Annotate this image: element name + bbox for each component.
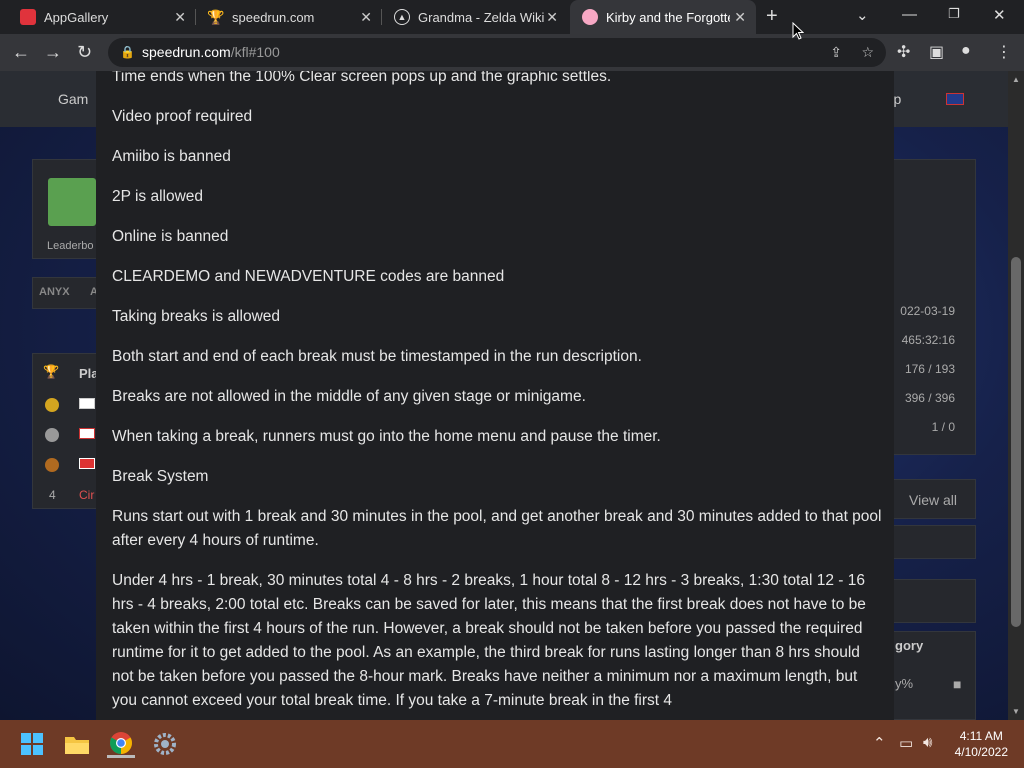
toolbar: ← → ↻ 🔒 speedrun.com/kfl#100 ⇪ ☆ ✣ ▣ ● ⋮ [0,34,1024,71]
rule-text: Video proof required [112,108,253,125]
video-camera-icon[interactable]: ■ [953,676,961,692]
england-flag-icon [79,428,95,439]
tab-search-icon[interactable]: ⌄ [856,6,869,24]
close-window-icon[interactable]: ✕ [993,6,1006,24]
canada-flag-icon [79,458,95,469]
stat-value: 176 / 193 [904,362,955,376]
rule-text: Amiibo is banned [112,148,231,165]
profile-icon[interactable]: ● [961,42,971,60]
trophy-icon: 🏆 [43,364,60,379]
category-panel: gory y% ■ [880,631,976,720]
tab-title: speedrun.com [232,9,315,25]
scrollbar-thumb[interactable] [1011,257,1021,627]
bronze-medal-icon [45,458,59,472]
leaderboard-table: 🏆 Pla 4 Cir [32,353,102,509]
section-heading: Break System [112,468,209,485]
minimize-icon[interactable]: — [902,6,917,23]
tab-title: Kirby and the Forgotten [606,9,730,25]
view-all-panel: View all [880,479,976,519]
close-icon[interactable]: ✕ [174,9,186,26]
close-icon[interactable]: ✕ [546,9,558,26]
share-icon[interactable]: ⇪ [830,38,842,67]
rule-text: Breaks are not allowed in the middle of … [112,388,586,405]
clock-date: 4/10/2022 [954,745,1008,759]
side-panel-row [880,579,976,623]
tab-title: Grandma - Zelda Wiki [418,9,545,25]
system-clock[interactable]: 4:11 AM 4/10/2022 [955,728,1008,760]
stat-value: 465:32:16 [901,333,955,347]
file-explorer-icon[interactable] [63,730,91,758]
scroll-up-icon[interactable]: ▲ [1012,75,1020,84]
triforce-icon: ▲ [394,9,410,25]
mouse-cursor-icon [792,22,804,40]
tray-overflow-icon[interactable]: ⌃ [873,734,886,752]
rule-text: Both start and end of each break must be… [112,348,642,365]
url-host: speedrun.com [142,44,231,60]
runner-link[interactable]: Cir [79,488,94,502]
address-bar[interactable]: 🔒 speedrun.com/kfl#100 ⇪ ☆ [108,38,886,67]
side-panel-row [880,525,976,559]
view-all-link[interactable]: View all [909,492,957,508]
volume-icon[interactable]: 🔊︎ [923,734,932,751]
silver-medal-icon [45,428,59,442]
kirby-icon [582,9,598,25]
rule-text: CLEARDEMO and NEWADVENTURE codes are ban… [112,268,505,285]
bookmark-star-icon[interactable]: ☆ [861,38,874,67]
tab-speedrun[interactable]: 🏆 speedrun.com ✕ [196,0,382,34]
taskbar: ⌃ ▭ 🔊︎ 4:11 AM 4/10/2022 [0,720,1024,768]
tab-appgallery[interactable]: AppGallery ✕ [8,0,196,34]
windows-start-icon[interactable] [18,730,46,758]
page-scrollbar[interactable]: ▲ ▼ [1008,71,1024,720]
menu-icon[interactable]: ⋮ [996,42,1012,62]
tab-kirby[interactable]: Kirby and the Forgotten ✕ [570,0,756,34]
gold-medal-icon [45,398,59,412]
rule-text: Runs start out with 1 break and 30 minut… [112,508,882,549]
side-panel-icon[interactable]: ▣ [929,42,944,62]
clock-time: 4:11 AM [959,729,1003,743]
url-path: /kfl#100 [230,44,280,60]
rule-text: Taking breaks is allowed [112,308,281,325]
stat-value: 022-03-19 [900,304,955,318]
tab-title: AppGallery [44,9,109,25]
category-header: gory [895,638,924,653]
stat-value: 396 / 396 [904,391,955,405]
forward-icon[interactable]: → [44,42,62,63]
leaderboard-link[interactable]: Leaderbo [47,240,94,252]
appgallery-icon [20,9,36,25]
rules-modal: Time ends when the 100% Clear screen pop… [96,71,894,720]
scroll-down-icon[interactable]: ▼ [1012,707,1020,716]
trophy-icon: 🏆 [207,8,225,25]
game-card: Leaderbo [32,159,102,259]
settings-gear-icon[interactable] [151,730,179,758]
japan-flag-icon [79,398,95,409]
reload-icon[interactable]: ↻ [77,42,92,63]
rule-text: 2P is allowed [112,188,204,205]
stats-panel: 022-03-19 465:32:16 176 / 193 396 / 396 … [880,159,976,455]
rule-text: Online is banned [112,228,229,245]
nav-games[interactable]: Gam [58,91,88,107]
close-icon[interactable]: ✕ [734,9,746,26]
close-icon[interactable]: ✕ [360,9,372,26]
rule-text: When taking a break, runners must go int… [112,428,661,445]
lock-icon: 🔒 [120,45,135,59]
tab-bar: AppGallery ✕ 🏆 speedrun.com ✕ ▲ Grandma … [0,0,1024,34]
back-icon[interactable]: ← [12,42,30,63]
stat-value: 1 / 0 [931,420,955,434]
rule-text: Time ends when the 100% Clear screen pop… [112,71,612,85]
new-tab-icon[interactable]: + [766,5,778,28]
category-tab[interactable]: ANYX [39,286,70,298]
restore-icon[interactable]: ❐ [948,6,960,22]
rule-text: Under 4 hrs - 1 break, 30 minutes total … [112,572,866,709]
network-icon[interactable]: ▭ [899,734,913,752]
rank-label: 4 [49,488,56,502]
chrome-icon[interactable] [107,730,135,758]
category-percent: y% [895,676,914,691]
uk-flag-icon[interactable] [946,93,964,105]
extensions-icon[interactable]: ✣ [897,42,910,62]
game-cover-image[interactable] [48,178,96,226]
category-filter: ANYX A [32,277,102,309]
tab-zelda-wiki[interactable]: ▲ Grandma - Zelda Wiki ✕ [382,0,568,34]
